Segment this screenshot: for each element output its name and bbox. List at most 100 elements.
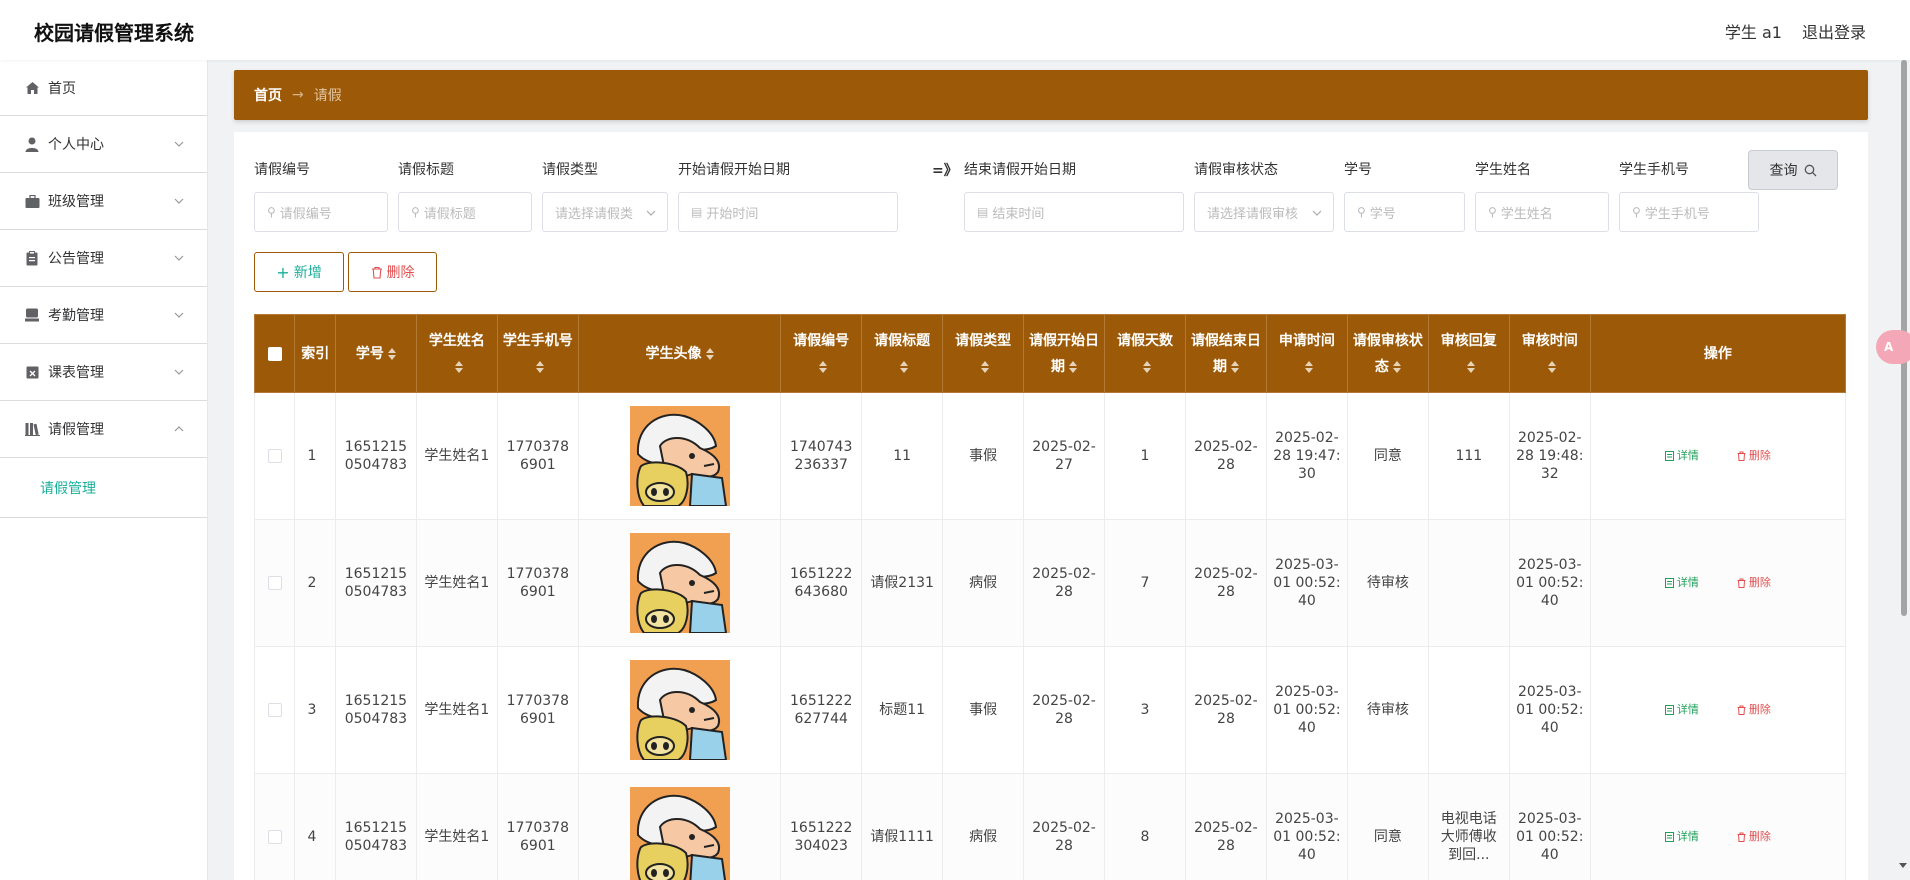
breadcrumb-home[interactable]: 首页 [254,85,282,105]
cell-audit-time: 2025-02-28 19:48:32 [1508,392,1591,520]
row-delete-button[interactable]: 删除 [1729,697,1779,723]
cell-leave-no: 1651222627744 [780,646,863,774]
sidebar-item-class[interactable]: 班级管理 [0,173,207,230]
sort-icon[interactable] [819,360,828,373]
header-leave-no[interactable]: 请假编号 [780,314,863,393]
cell-student-name: 学生姓名1 [415,392,498,520]
header-student-name[interactable]: 学生姓名 [415,314,498,393]
current-user[interactable]: 学生 a1 [1725,19,1782,43]
sidebar-item-leave[interactable]: 请假管理 [0,401,207,458]
row-checkbox[interactable] [267,449,282,463]
logout-link[interactable]: 退出登录 [1802,19,1866,43]
select-all-cell[interactable] [253,314,296,393]
filter-label: 请假编号 [254,162,310,178]
leave-no-input[interactable]: ⚲ 请假编号 [254,192,388,232]
header-start-date[interactable]: 请假开始日期 [1023,314,1106,393]
filter-leave-title: 请假标题 ⚲ 请假标题 [398,160,532,232]
header-student-no[interactable]: 学号 [334,314,417,393]
row-delete-button[interactable]: 删除 [1729,570,1779,596]
sidebar-item-schedule[interactable]: 课表管理 [0,344,207,401]
row-delete-button[interactable]: 删除 [1729,443,1779,469]
student-name-input[interactable]: ⚲ 学生姓名 [1475,192,1609,232]
audit-status-select[interactable]: 请选择请假审核 [1194,192,1334,232]
row-delete-button[interactable]: 删除 [1729,824,1779,850]
detail-button[interactable]: 详情 [1657,570,1707,596]
row-checkbox[interactable] [267,830,282,844]
table-row[interactable]: 3 16512150504783 学生姓名1 17703786901 16512… [253,646,1847,774]
sort-icon[interactable] [1142,360,1151,373]
header-user-area: 学生 a1 退出登录 [1725,19,1866,43]
sort-icon[interactable] [1466,360,1475,373]
row-checkbox[interactable] [267,703,282,717]
header-student-phone[interactable]: 学生手机号 [496,314,579,393]
cell-actions: 详情 删除 [1589,773,1847,880]
table-row[interactable]: 4 16512150504783 学生姓名1 17703786901 16512… [253,773,1847,880]
chevron-down-icon [174,198,184,204]
cell-student-no: 16512150504783 [334,519,417,647]
delete-button-label: 删除 [386,265,415,281]
sidebar-item-attendance[interactable]: 考勤管理 [0,287,207,344]
row-select-cell[interactable] [253,392,296,520]
input-placeholder: 结束时间 [992,206,1045,222]
student-phone-input[interactable]: ⚲ 学生手机号 [1619,192,1759,232]
sort-icon[interactable] [1230,360,1239,373]
header-end-date[interactable]: 请假结束日期 [1184,314,1267,393]
row-delete-button-label: 删除 [1748,830,1771,843]
user-icon [24,136,40,152]
cell-apply-time: 2025-02-28 19:47:30 [1265,392,1348,520]
header-audit-status[interactable]: 请假审核状态 [1346,314,1429,393]
query-button[interactable]: 查询 [1748,150,1838,190]
sort-icon[interactable] [535,360,544,373]
detail-button-label: 详情 [1676,576,1699,589]
header-leave-title[interactable]: 请假标题 [861,314,944,393]
row-checkbox[interactable] [267,576,282,590]
sort-icon[interactable] [1069,360,1078,373]
table-row[interactable]: 1 16512150504783 学生姓名1 17703786901 17407… [253,392,1847,520]
cell-leave-title: 请假1111 [861,773,944,880]
sidebar-item-profile[interactable]: 个人中心 [0,116,207,173]
scroll-down-arrow[interactable] [1898,862,1908,870]
select-all-checkbox[interactable] [267,346,282,361]
sort-icon[interactable] [705,347,714,360]
sort-icon[interactable] [981,360,990,373]
student-no-input[interactable]: ⚲ 学号 [1344,192,1465,232]
detail-button[interactable]: 详情 [1657,697,1707,723]
filter-label: 学号 [1344,162,1372,178]
input-placeholder: 请假编号 [279,206,332,222]
row-select-cell[interactable] [253,773,296,880]
sort-icon[interactable] [1304,360,1313,373]
table-row[interactable]: 2 16512150504783 学生姓名1 17703786901 16512… [253,519,1847,647]
student-avatar-image [629,787,730,880]
end-date-picker[interactable]: ▤ 结束时间 [964,192,1184,232]
detail-button[interactable]: 详情 [1657,443,1707,469]
leave-title-input[interactable]: ⚲ 请假标题 [398,192,532,232]
floating-assistant-button[interactable]: A [1876,330,1910,364]
start-date-picker[interactable]: ▤ 开始时间 [678,192,898,232]
leave-type-select[interactable]: 请选择请假类 [542,192,668,232]
header-apply-time[interactable]: 申请时间 [1265,314,1348,393]
sort-icon[interactable] [387,347,396,360]
sidebar-item-home[interactable]: 首页 [0,60,207,116]
document-icon [1664,578,1674,588]
sort-icon[interactable] [900,360,909,373]
detail-button[interactable]: 详情 [1657,824,1707,850]
sidebar-item-notice[interactable]: 公告管理 [0,230,207,287]
sidebar-subitem-leave-manage[interactable]: 请假管理 [0,458,207,518]
row-select-cell[interactable] [253,519,296,647]
add-button[interactable]: + 新增 [254,252,344,292]
header-audit-reply[interactable]: 审核回复 [1427,314,1510,393]
sort-icon[interactable] [1547,360,1556,373]
header-avatar[interactable]: 学生头像 [577,314,782,393]
sort-icon[interactable] [454,360,463,373]
header-days[interactable]: 请假天数 [1104,314,1186,393]
header-leave-type[interactable]: 请假类型 [942,314,1025,393]
add-button-label: 新增 [293,265,322,281]
cell-start-date: 2025-02-28 [1023,773,1106,880]
breadcrumb-separator: → [292,87,304,103]
cell-avatar [577,646,782,774]
sort-icon[interactable] [1392,360,1401,373]
row-select-cell[interactable] [253,646,296,774]
cell-leave-no: 1740743236337 [780,392,863,520]
header-audit-time[interactable]: 审核时间 [1508,314,1591,393]
delete-button[interactable]: 删除 [348,252,437,292]
